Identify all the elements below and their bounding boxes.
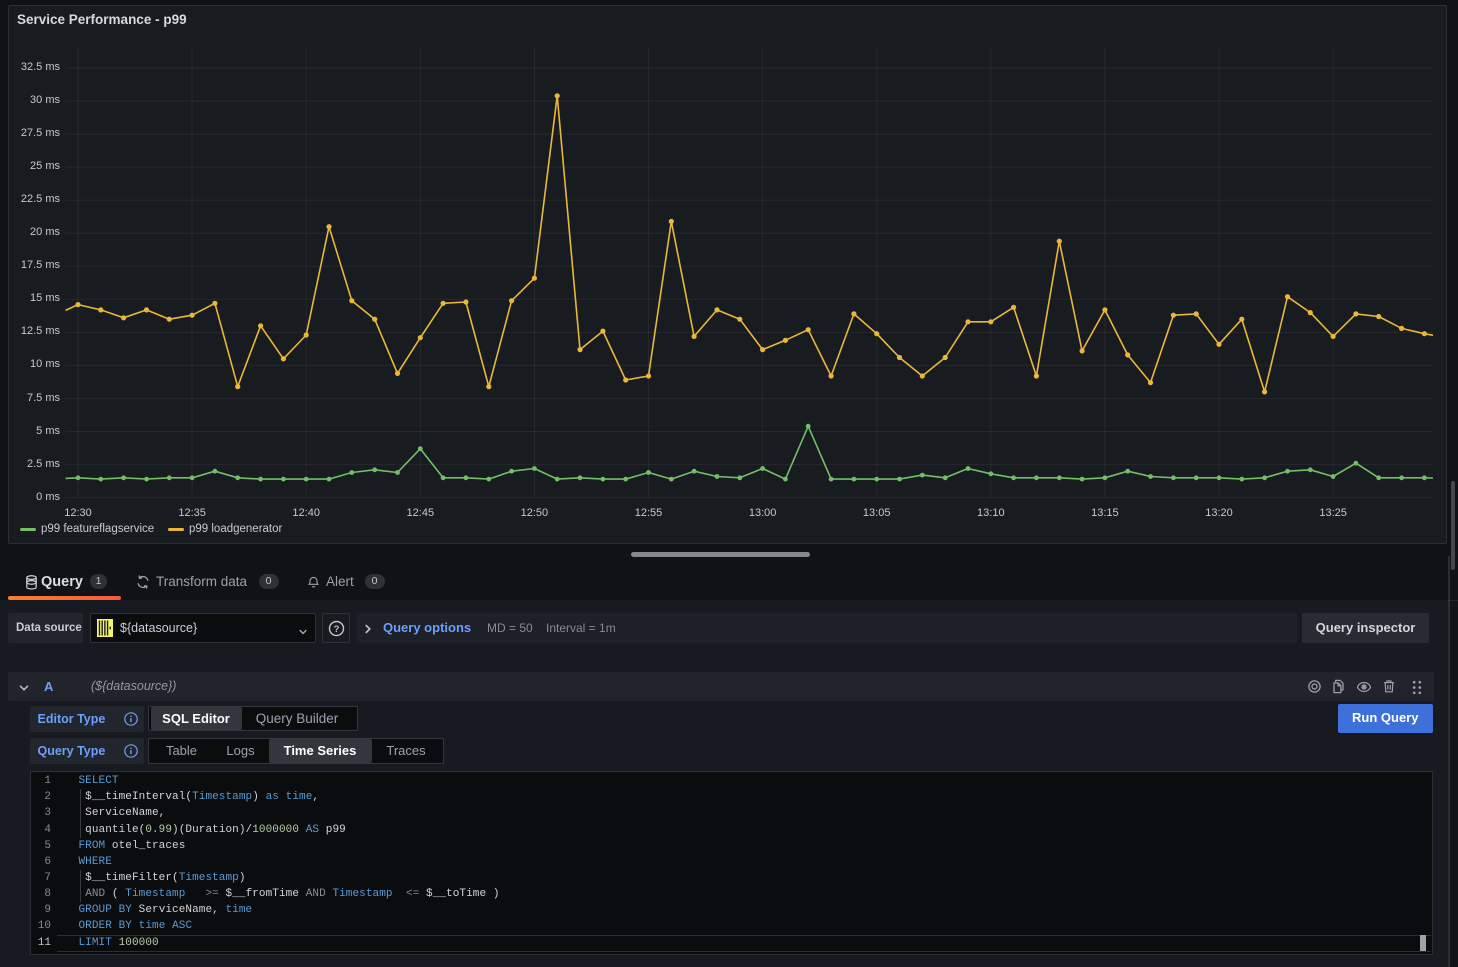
- svg-text:?: ?: [333, 624, 339, 635]
